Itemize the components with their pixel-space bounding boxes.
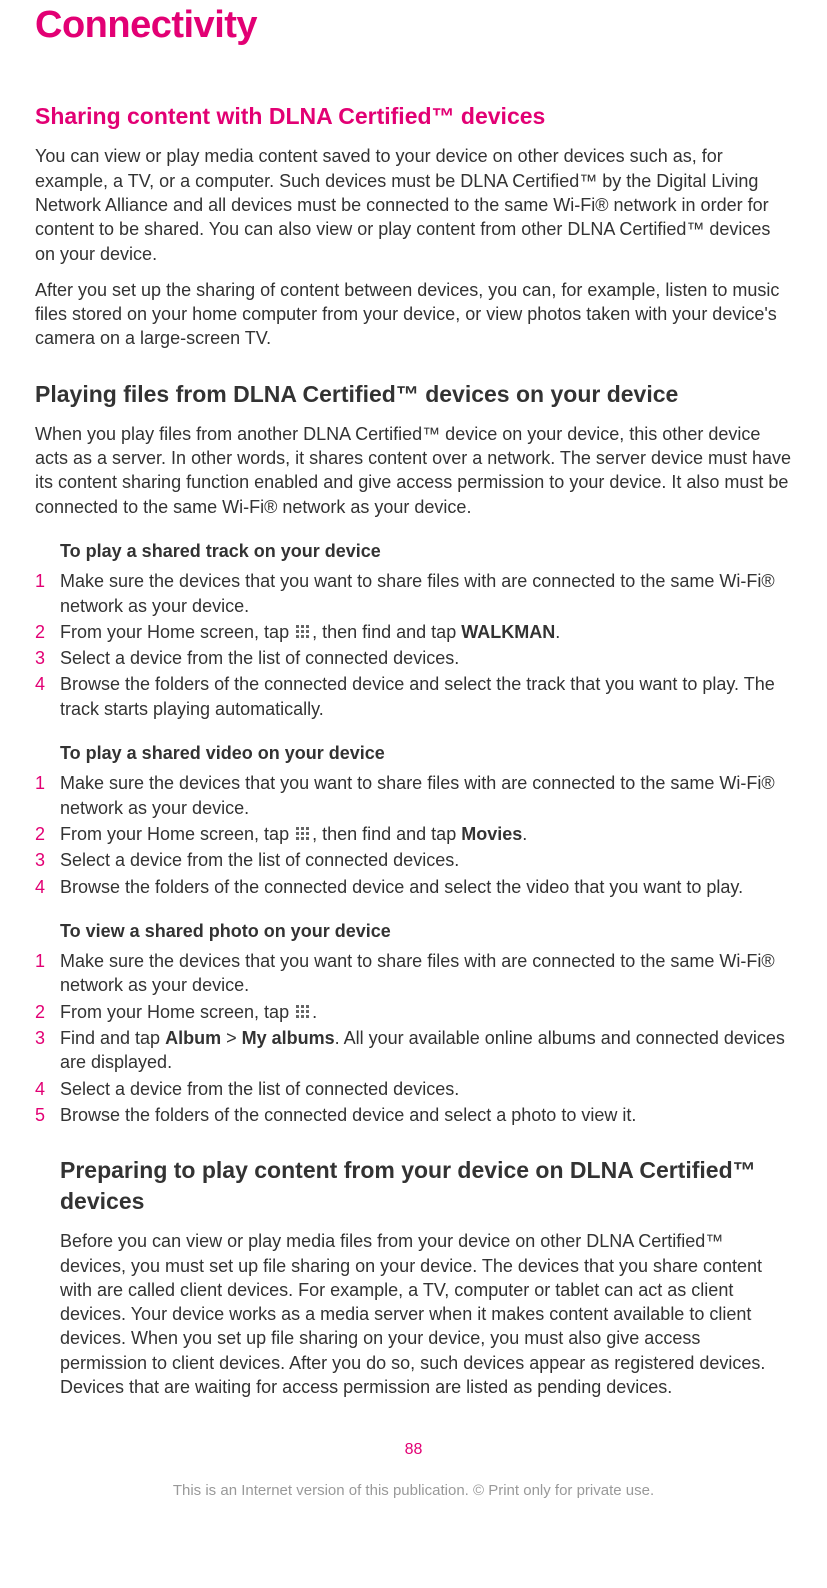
paragraph: You can view or play media content saved… bbox=[35, 144, 792, 265]
task-heading-photo: To view a shared photo on your device bbox=[60, 919, 792, 943]
subsection-heading-playing: Playing files from DLNA Certified™ devic… bbox=[35, 379, 792, 410]
step-number: 2 bbox=[35, 822, 60, 846]
task-heading-track: To play a shared track on your device bbox=[60, 539, 792, 563]
paragraph: When you play files from another DLNA Ce… bbox=[35, 422, 792, 519]
step-number: 1 bbox=[35, 949, 60, 998]
step-number: 1 bbox=[35, 569, 60, 618]
list-item: 1 Make sure the devices that you want to… bbox=[35, 949, 792, 998]
list-item: 3 Select a device from the list of conne… bbox=[35, 646, 792, 670]
list-item: 4 Browse the folders of the connected de… bbox=[35, 875, 792, 899]
step-number: 5 bbox=[35, 1103, 60, 1127]
step-number: 3 bbox=[35, 1026, 60, 1075]
step-text: Select a device from the list of connect… bbox=[60, 1077, 792, 1101]
step-list: 1 Make sure the devices that you want to… bbox=[35, 569, 792, 721]
list-item: 4 Select a device from the list of conne… bbox=[35, 1077, 792, 1101]
subsection-heading-preparing: Preparing to play content from your devi… bbox=[60, 1155, 792, 1217]
step-text: From your Home screen, tap , then find a… bbox=[60, 620, 792, 644]
step-number: 1 bbox=[35, 771, 60, 820]
list-item: 5 Browse the folders of the connected de… bbox=[35, 1103, 792, 1127]
apps-grid-icon bbox=[296, 1005, 310, 1019]
step-text: From your Home screen, tap . bbox=[60, 1000, 792, 1024]
step-text: Make sure the devices that you want to s… bbox=[60, 949, 792, 998]
step-number: 2 bbox=[35, 1000, 60, 1024]
list-item: 1 Make sure the devices that you want to… bbox=[35, 771, 792, 820]
apps-grid-icon bbox=[296, 827, 310, 841]
list-item: 1 Make sure the devices that you want to… bbox=[35, 569, 792, 618]
page-title: Connectivity bbox=[35, 0, 792, 51]
list-item: 2 From your Home screen, tap , then find… bbox=[35, 620, 792, 644]
step-list: 1 Make sure the devices that you want to… bbox=[35, 949, 792, 1127]
task-heading-video: To play a shared video on your device bbox=[60, 741, 792, 765]
paragraph: After you set up the sharing of content … bbox=[35, 278, 792, 351]
list-item: 2 From your Home screen, tap . bbox=[35, 1000, 792, 1024]
step-number: 3 bbox=[35, 646, 60, 670]
step-number: 4 bbox=[35, 875, 60, 899]
step-number: 3 bbox=[35, 848, 60, 872]
step-text: Select a device from the list of connect… bbox=[60, 646, 792, 670]
step-text: Make sure the devices that you want to s… bbox=[60, 771, 792, 820]
footer-text: This is an Internet version of this publ… bbox=[35, 1481, 792, 1501]
paragraph: Before you can view or play media files … bbox=[60, 1229, 792, 1399]
step-number: 4 bbox=[35, 1077, 60, 1101]
step-text: Select a device from the list of connect… bbox=[60, 848, 792, 872]
list-item: 2 From your Home screen, tap , then find… bbox=[35, 822, 792, 846]
section-heading-sharing: Sharing content with DLNA Certified™ dev… bbox=[35, 101, 792, 132]
step-text: Find and tap Album > My albums. All your… bbox=[60, 1026, 792, 1075]
step-text: Browse the folders of the connected devi… bbox=[60, 875, 792, 899]
step-text: Browse the folders of the connected devi… bbox=[60, 1103, 792, 1127]
page-number: 88 bbox=[35, 1439, 792, 1461]
list-item: 4 Browse the folders of the connected de… bbox=[35, 672, 792, 721]
step-text: Browse the folders of the connected devi… bbox=[60, 672, 792, 721]
step-number: 2 bbox=[35, 620, 60, 644]
list-item: 3 Find and tap Album > My albums. All yo… bbox=[35, 1026, 792, 1075]
step-text: Make sure the devices that you want to s… bbox=[60, 569, 792, 618]
list-item: 3 Select a device from the list of conne… bbox=[35, 848, 792, 872]
apps-grid-icon bbox=[296, 625, 310, 639]
step-text: From your Home screen, tap , then find a… bbox=[60, 822, 792, 846]
step-number: 4 bbox=[35, 672, 60, 721]
step-list: 1 Make sure the devices that you want to… bbox=[35, 771, 792, 898]
